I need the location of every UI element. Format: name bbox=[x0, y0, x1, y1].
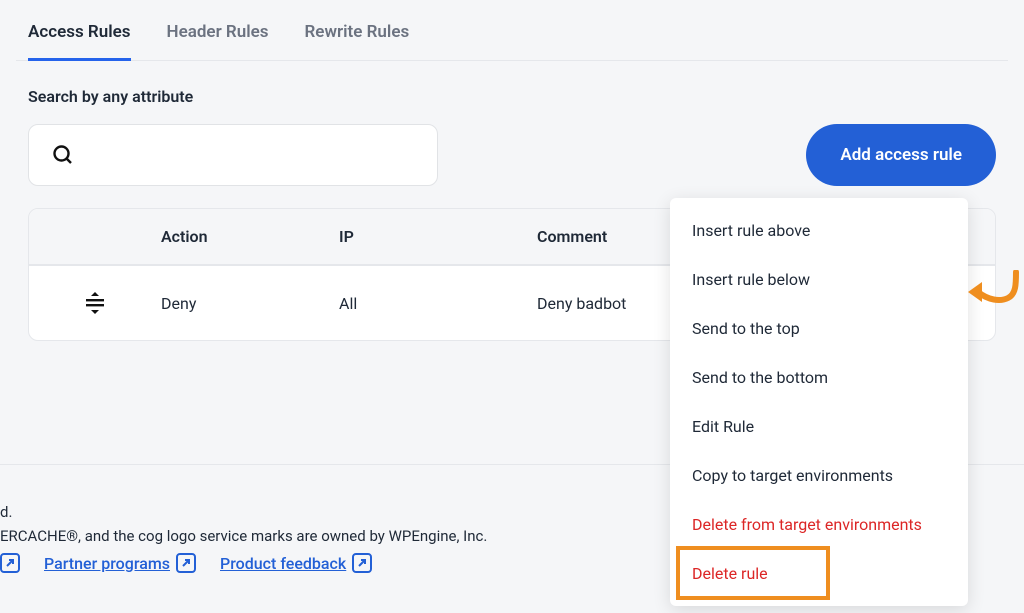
tabs-bar: Access Rules Header Rules Rewrite Rules bbox=[16, 0, 1008, 61]
menu-copy-target[interactable]: Copy to target environments bbox=[670, 451, 968, 500]
reorder-icon bbox=[83, 292, 107, 314]
cell-ip: All bbox=[339, 294, 537, 313]
menu-send-top[interactable]: Send to the top bbox=[670, 304, 968, 353]
partner-programs-link[interactable]: Partner programs bbox=[44, 553, 196, 573]
partner-programs-label: Partner programs bbox=[44, 554, 170, 573]
menu-edit-rule[interactable]: Edit Rule bbox=[670, 402, 968, 451]
column-header-ip: IP bbox=[339, 227, 537, 246]
cell-action: Deny bbox=[161, 294, 339, 313]
product-feedback-link[interactable]: Product feedback bbox=[220, 553, 372, 573]
product-feedback-label: Product feedback bbox=[220, 554, 346, 573]
tab-rewrite-rules[interactable]: Rewrite Rules bbox=[305, 0, 410, 61]
search-input[interactable] bbox=[87, 146, 415, 165]
menu-insert-above[interactable]: Insert rule above bbox=[670, 206, 968, 255]
row-context-menu: Insert rule above Insert rule below Send… bbox=[670, 198, 968, 606]
annotation-arrow bbox=[968, 270, 1020, 316]
search-icon bbox=[51, 143, 75, 167]
menu-send-bottom[interactable]: Send to the bottom bbox=[670, 353, 968, 402]
search-label: Search by any attribute bbox=[28, 87, 996, 106]
menu-delete-rule[interactable]: Delete rule bbox=[670, 549, 968, 598]
column-header-action: Action bbox=[161, 227, 339, 246]
search-input-wrapper[interactable] bbox=[28, 124, 438, 186]
tab-access-rules[interactable]: Access Rules bbox=[28, 0, 131, 61]
tab-header-rules[interactable]: Header Rules bbox=[167, 0, 269, 61]
add-access-rule-button[interactable]: Add access rule bbox=[806, 124, 996, 186]
menu-insert-below[interactable]: Insert rule below bbox=[670, 255, 968, 304]
external-link-icon bbox=[176, 553, 196, 573]
external-link-icon bbox=[0, 553, 20, 573]
menu-delete-target[interactable]: Delete from target environments bbox=[670, 500, 968, 549]
drag-handle[interactable] bbox=[29, 292, 161, 314]
external-link-icon bbox=[352, 553, 372, 573]
